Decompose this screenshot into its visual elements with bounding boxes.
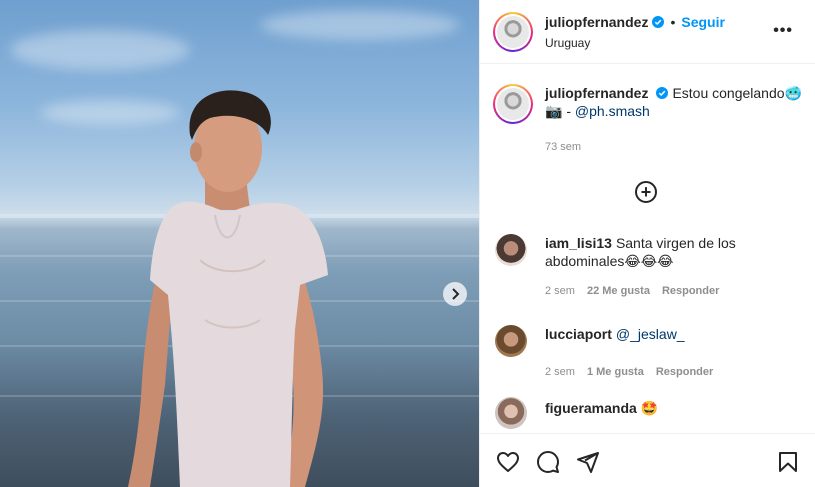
caption-mention-link[interactable]: @ph.smash [575, 103, 650, 119]
comment-likes[interactable]: 22 Me gusta [587, 282, 650, 300]
caption-dash: - [566, 103, 571, 119]
bookmark-icon[interactable] [776, 450, 800, 474]
paper-plane-icon[interactable] [576, 450, 600, 474]
commenter-avatar[interactable] [495, 234, 527, 266]
post-caption: juliopfernandez Estou congelando🥶 📷 - @ph… [493, 84, 805, 153]
heart-icon[interactable] [496, 450, 520, 474]
separator-dot: • [670, 13, 676, 30]
load-more-label: + [640, 181, 652, 202]
comment-time[interactable]: 2 sem [545, 363, 575, 381]
verified-badge-icon [652, 15, 665, 28]
comment-bubble-icon[interactable] [536, 450, 560, 474]
commenter-avatar[interactable] [495, 325, 527, 357]
post-header: juliopfernandez • Seguir Uruguay ••• [480, 0, 815, 64]
caption-message: Estou congelando🥶 [672, 85, 802, 101]
commenter-username[interactable]: figueramanda [545, 400, 637, 416]
follow-button[interactable]: Seguir [681, 14, 725, 30]
camera-emoji: 📷 [545, 103, 563, 119]
comment-time[interactable]: 2 sem [545, 282, 575, 300]
comment-likes[interactable]: 1 Me gusta [587, 363, 644, 381]
comment-body: lucciaport @_jeslaw_ 2 sem 1 Me gusta Res… [545, 325, 745, 381]
comment-body: figueramanda 🤩 [545, 399, 745, 429]
caption-text: juliopfernandez Estou congelando🥶 📷 - @ph… [545, 84, 805, 124]
header-text: juliopfernandez • Seguir Uruguay [545, 14, 725, 50]
comment-item: figueramanda 🤩 [495, 397, 745, 429]
verified-badge-icon [656, 87, 669, 99]
more-options-icon[interactable]: ••• [773, 22, 793, 40]
chevron-right-icon [452, 288, 460, 300]
reply-button[interactable]: Responder [656, 363, 713, 381]
action-bar [480, 433, 815, 487]
comment-text: 🤩 [640, 400, 659, 416]
caption-avatar[interactable] [493, 84, 533, 124]
author-username[interactable]: juliopfernandez [545, 14, 648, 30]
author-avatar[interactable] [493, 11, 533, 52]
post-side-panel: juliopfernandez • Seguir Uruguay ••• jul… [479, 0, 815, 487]
post-location[interactable]: Uruguay [545, 36, 725, 50]
person-figure [128, 90, 328, 487]
avatar-image [497, 88, 529, 120]
caption-timestamp[interactable]: 73 sem [545, 141, 581, 153]
comment-item: iam_lisi13 Santa virgen de los abdominale… [495, 234, 745, 300]
avatar-image [497, 15, 529, 48]
reply-button[interactable]: Responder [662, 282, 719, 300]
commenter-username[interactable]: lucciaport [545, 326, 612, 342]
comment-meta: 2 sem 22 Me gusta Responder [545, 282, 745, 300]
comment-meta: 2 sem 1 Me gusta Responder [545, 363, 745, 381]
commenter-avatar[interactable] [495, 397, 527, 429]
commenter-username[interactable]: iam_lisi13 [545, 235, 612, 251]
comment-mention-link[interactable]: @_jeslaw_ [616, 326, 685, 342]
post-photo [0, 0, 479, 487]
comment-body: iam_lisi13 Santa virgen de los abdominale… [545, 234, 745, 300]
next-photo-button[interactable] [443, 282, 467, 306]
caption-username[interactable]: juliopfernandez [545, 85, 648, 101]
instagram-post: juliopfernandez • Seguir Uruguay ••• jul… [0, 0, 815, 487]
comment-item: lucciaport @_jeslaw_ 2 sem 1 Me gusta Res… [495, 325, 745, 381]
plus-circle-icon[interactable]: + [635, 181, 657, 203]
